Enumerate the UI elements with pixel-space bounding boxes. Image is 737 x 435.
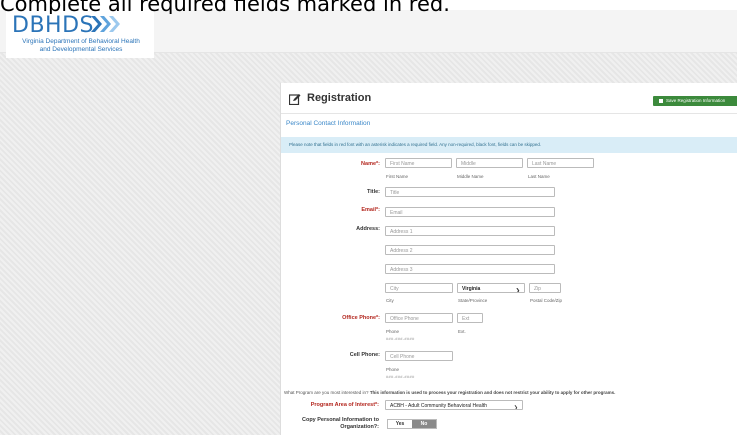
office-phone-ext-hint: Ext. bbox=[458, 329, 466, 334]
dbhds-logo[interactable]: DBHDS Virginia Department of Behavioral … bbox=[6, 10, 154, 58]
page-title: Registration bbox=[307, 92, 372, 104]
office-phone-input[interactable]: Office Phone bbox=[385, 313, 453, 323]
city-hint: City bbox=[386, 298, 394, 303]
office-phone-label: Office Phone*: bbox=[342, 315, 380, 321]
title-input[interactable]: Title bbox=[385, 187, 555, 197]
program-area-label: Program Area of Interest*: bbox=[310, 402, 379, 408]
last-name-hint: Last Name bbox=[528, 174, 550, 179]
cell-phone-mask: ###-###-#### bbox=[386, 374, 415, 379]
section-title: Personal Contact Information bbox=[286, 120, 371, 127]
logo-name: DBHDS bbox=[12, 13, 94, 38]
state-select[interactable]: Virginia ❯ bbox=[457, 283, 525, 293]
state-hint: State/Province bbox=[458, 298, 488, 303]
edit-icon bbox=[289, 94, 301, 105]
program-question: What Program are you most interested in?… bbox=[284, 390, 616, 395]
city-input[interactable]: City bbox=[385, 283, 453, 293]
program-area-select[interactable]: ACBH - Adult Community Behavioral Health… bbox=[385, 400, 523, 410]
address-2-input[interactable]: Address 2 bbox=[385, 245, 555, 255]
first-name-hint: First Name bbox=[386, 174, 409, 179]
office-phone-mask: ###-###-#### bbox=[386, 336, 415, 341]
email-label: Email*: bbox=[361, 207, 380, 213]
logo-subtitle: Virginia Department of Behavioral Health… bbox=[22, 38, 140, 53]
cell-phone-input[interactable]: Cell Phone bbox=[385, 351, 453, 361]
middle-name-input[interactable]: Middle bbox=[456, 158, 523, 168]
required-fields-note: Please note that fields in red font with… bbox=[281, 137, 737, 153]
office-phone-ext-input[interactable]: Ext bbox=[457, 313, 483, 323]
panel-header: Registration Save Registration Informati… bbox=[281, 83, 737, 114]
address-3-input[interactable]: Address 3 bbox=[385, 264, 555, 274]
copy-info-yes-option[interactable]: Yes bbox=[388, 420, 412, 428]
instruction-banner: Complete all required fields marked in r… bbox=[0, 0, 450, 14]
first-name-input[interactable]: First Name bbox=[385, 158, 452, 168]
copy-info-label: Copy Personal Information to Organizatio… bbox=[301, 417, 379, 430]
save-icon bbox=[659, 98, 663, 103]
last-name-input[interactable]: Last Name bbox=[527, 158, 594, 168]
title-label: Title: bbox=[366, 189, 380, 195]
address-label: Address: bbox=[356, 226, 380, 232]
copy-info-toggle[interactable]: Yes No bbox=[387, 419, 437, 429]
save-registration-button[interactable]: Save Registration Information bbox=[653, 96, 737, 106]
office-phone-hint: Phone bbox=[386, 329, 400, 334]
name-label: Name*: bbox=[361, 161, 380, 167]
registration-panel: Registration Save Registration Informati… bbox=[280, 83, 737, 435]
copy-info-no-option[interactable]: No bbox=[412, 420, 436, 428]
cell-phone-hint: Phone bbox=[386, 367, 400, 372]
address-1-input[interactable]: Address 1 bbox=[385, 226, 555, 236]
zip-hint: Postal Code/Zip bbox=[530, 298, 563, 303]
zip-input[interactable]: Zip bbox=[529, 283, 561, 293]
middle-name-hint: Middle Name bbox=[457, 174, 484, 179]
cell-phone-label: Cell Phone: bbox=[349, 352, 380, 358]
logo-arrows-icon bbox=[91, 16, 120, 32]
chevron-down-icon: ❯ bbox=[515, 288, 520, 293]
email-input[interactable]: Email bbox=[385, 207, 555, 217]
chevron-down-icon: ❯ bbox=[513, 405, 518, 410]
